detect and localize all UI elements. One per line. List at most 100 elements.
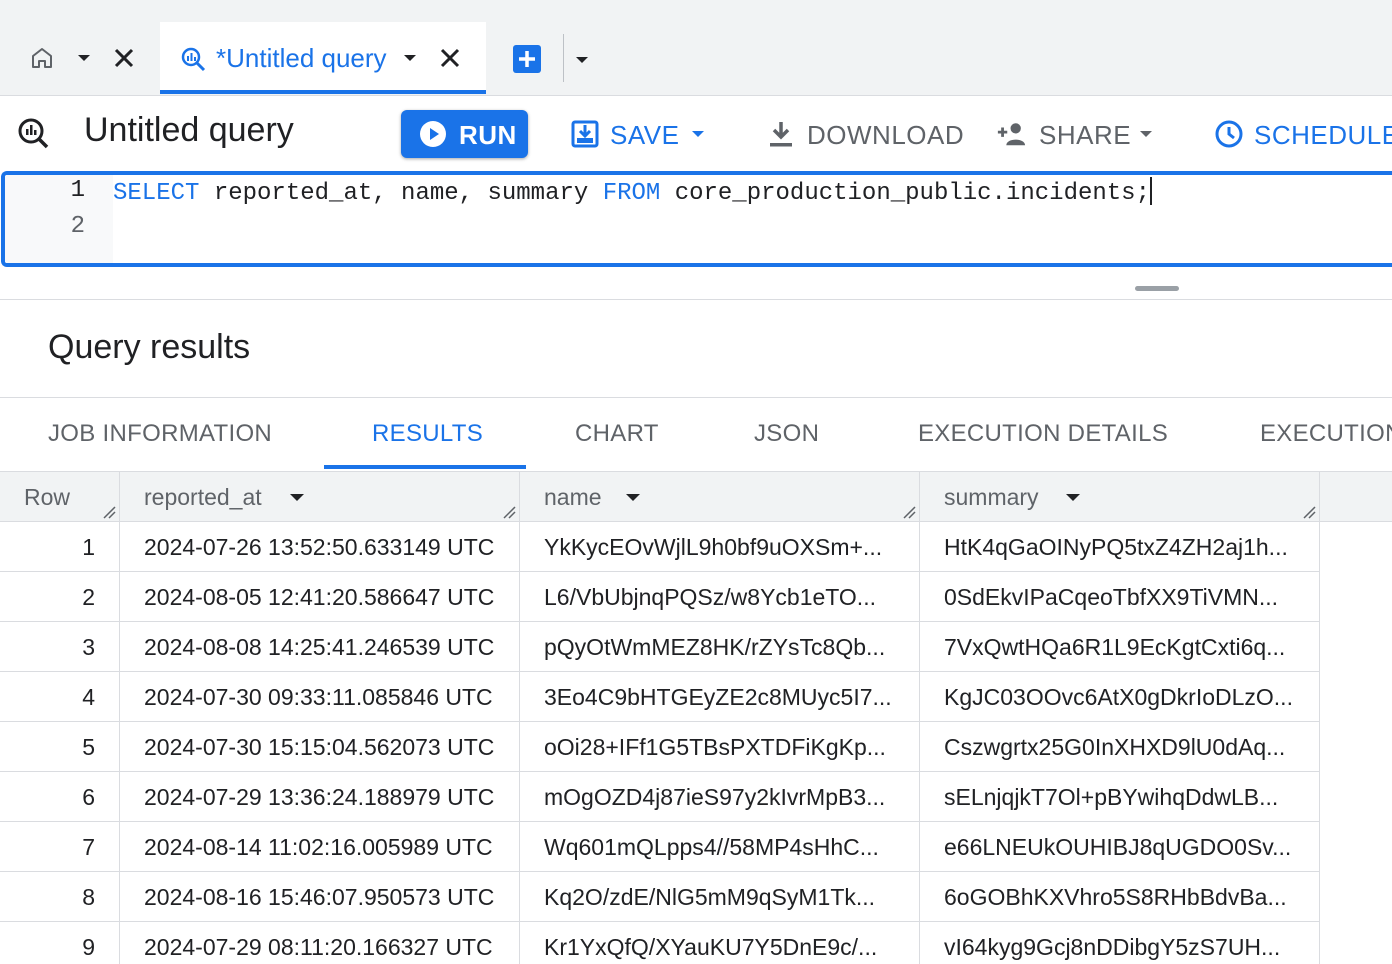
sql-column-list: reported_at, name, summary (199, 180, 603, 207)
save-label: SAVE (610, 120, 680, 150)
row-number-cell: 8 (0, 872, 120, 922)
tab-execution-details[interactable]: EXECUTION DETAILS (918, 420, 1168, 448)
download-button[interactable]: DOWNLOAD (766, 110, 964, 158)
save-button[interactable]: SAVE (570, 110, 710, 158)
home-tab-menu-icon[interactable] (74, 48, 94, 68)
tab-results[interactable]: RESULTS (372, 420, 483, 448)
share-button[interactable]: SHARE (996, 110, 1161, 158)
row-number-cell: 3 (0, 622, 120, 672)
row-number-cell: 2 (0, 572, 120, 622)
tab-menu-icon[interactable] (400, 48, 420, 68)
name-cell[interactable]: oOi28+IFf1G5TBsPXTDFiKgKp... (520, 722, 920, 772)
row-number-cell: 7 (0, 822, 120, 872)
column-header-name[interactable]: name (520, 472, 920, 522)
share-label: SHARE (1039, 120, 1132, 150)
summary-cell[interactable]: 7VxQwtHQa6R1L9EcKgtCxti6q... (920, 622, 1320, 672)
run-button[interactable]: RUN (401, 110, 528, 158)
reported-at-cell[interactable]: 2024-07-26 13:52:50.633149 UTC (120, 522, 520, 572)
active-tab-indicator (324, 465, 526, 469)
sql-table-name: core_production_public.incidents; (660, 180, 1150, 207)
summary-cell[interactable]: sELnjqjkT7Ol+pBYwihqDdwLB... (920, 772, 1320, 822)
column-header-summary[interactable]: summary (920, 472, 1320, 522)
reported-at-cell[interactable]: 2024-07-29 08:11:20.166327 UTC (120, 922, 520, 964)
home-icon[interactable] (30, 46, 54, 70)
column-resize-icon[interactable] (502, 505, 516, 519)
summary-cell[interactable]: e66LNEUkOUHIBJ8qUGDO0Sv... (920, 822, 1320, 872)
row-number-cell: 4 (0, 672, 120, 722)
table-row[interactable]: 9 2024-07-29 08:11:20.166327 UTC Kr1YxQf… (0, 922, 1320, 964)
name-cell[interactable]: L6/VbUbjnqPQSz/w8Ycb1eTO... (520, 572, 920, 622)
column-resize-icon[interactable] (902, 505, 916, 519)
save-menu-icon[interactable] (688, 124, 708, 144)
run-label: RUN (459, 120, 517, 150)
column-header-label: summary (944, 484, 1039, 510)
query-icon (181, 47, 206, 72)
column-header-reported-at[interactable]: reported_at (120, 472, 520, 522)
table-row[interactable]: 8 2024-08-16 15:46:07.950573 UTC Kq2O/zd… (0, 872, 1320, 922)
line-number: 2 (70, 213, 85, 240)
table-row[interactable]: 7 2024-08-14 11:02:16.005989 UTC Wq601mQ… (0, 822, 1320, 872)
reported-at-cell[interactable]: 2024-07-29 13:36:24.188979 UTC (120, 772, 520, 822)
tab-divider (563, 34, 564, 82)
name-cell[interactable]: Wq601mQLpps4//58MP4sHhC... (520, 822, 920, 872)
summary-cell[interactable]: vI64kyg9Gcj8nDDibgY5zS7UH... (920, 922, 1320, 964)
column-menu-icon[interactable] (288, 489, 306, 507)
clock-icon (1215, 120, 1243, 148)
more-tabs-chevron-icon[interactable] (572, 50, 592, 70)
tab-label[interactable]: *Untitled query (216, 43, 387, 74)
editor-results-splitter (0, 267, 1392, 300)
summary-cell[interactable]: KgJC03OOvc6AtX0gDkrIoDLzO... (920, 672, 1320, 722)
name-cell[interactable]: mOgOZD4j87ieS97y2kIvrMpB3... (520, 772, 920, 822)
resize-handle[interactable] (1135, 286, 1179, 291)
add-person-icon (997, 123, 1026, 146)
row-number-cell: 9 (0, 922, 120, 964)
column-menu-icon[interactable] (624, 489, 642, 507)
tab-untitled-query[interactable]: *Untitled query (160, 22, 486, 94)
reported-at-cell[interactable]: 2024-08-14 11:02:16.005989 UTC (120, 822, 520, 872)
sql-editor[interactable]: 1 2 SELECT reported_at, name, summary FR… (1, 171, 1392, 267)
table-row[interactable]: 6 2024-07-29 13:36:24.188979 UTC mOgOZD4… (0, 772, 1320, 822)
name-cell[interactable]: Kr1YxQfQ/XYauKU7Y5DnE9c/... (520, 922, 920, 964)
new-query-tab-icon[interactable] (512, 44, 542, 74)
query-title: Untitled query (84, 111, 294, 149)
summary-cell[interactable]: HtK4qGaOINyPQ5txZ4ZH2aj1h... (920, 522, 1320, 572)
line-number: 1 (70, 177, 85, 204)
home-tab[interactable] (0, 22, 160, 94)
table-row[interactable]: 2 2024-08-05 12:41:20.586647 UTC L6/VbUb… (0, 572, 1320, 622)
save-icon (571, 120, 599, 148)
tab-execution-graph[interactable]: EXECUTION GRAPH (1260, 420, 1392, 448)
summary-cell[interactable]: Cszwgrtx25G0InXHXD9lU0dAq... (920, 722, 1320, 772)
summary-cell[interactable]: 0SdEkvIPaCqeoTbfXX9TiVMN... (920, 572, 1320, 622)
summary-cell[interactable]: 6oGOBhKXVhro5S8RHbBdvBa... (920, 872, 1320, 922)
name-cell[interactable]: Kq2O/zdE/NlG5mM9qSyM1Tk... (520, 872, 920, 922)
reported-at-cell[interactable]: 2024-08-16 15:46:07.950573 UTC (120, 872, 520, 922)
share-menu-icon[interactable] (1136, 124, 1156, 144)
name-cell[interactable]: YkKycEOvWjlL9h0bf9uOXSm+... (520, 522, 920, 572)
schedule-button[interactable]: SCHEDULE (1214, 110, 1392, 158)
column-resize-icon[interactable] (1302, 505, 1316, 519)
close-tab-icon[interactable] (436, 44, 464, 72)
name-cell[interactable]: pQyOtWmMEZ8HK/rZYsTc8Qb... (520, 622, 920, 672)
table-row[interactable]: 4 2024-07-30 09:33:11.085846 UTC 3Eo4C9b… (0, 672, 1320, 722)
column-header-row: Row (0, 472, 120, 522)
tab-job-information[interactable]: JOB INFORMATION (48, 420, 272, 448)
table-row[interactable]: 3 2024-08-08 14:25:41.246539 UTC pQyOtWm… (0, 622, 1320, 672)
reported-at-cell[interactable]: 2024-08-05 12:41:20.586647 UTC (120, 572, 520, 622)
table-row[interactable]: 5 2024-07-30 15:15:04.562073 UTC oOi28+I… (0, 722, 1320, 772)
reported-at-cell[interactable]: 2024-07-30 15:15:04.562073 UTC (120, 722, 520, 772)
tab-json[interactable]: JSON (754, 420, 819, 448)
close-home-tab-icon[interactable] (110, 44, 138, 72)
column-menu-icon[interactable] (1064, 489, 1082, 507)
reported-at-cell[interactable]: 2024-07-30 09:33:11.085846 UTC (120, 672, 520, 722)
reported-at-cell[interactable]: 2024-08-08 14:25:41.246539 UTC (120, 622, 520, 672)
table-row[interactable]: 1 2024-07-26 13:52:50.633149 UTC YkKycEO… (0, 522, 1320, 572)
sql-code-line[interactable]: SELECT reported_at, name, summary FROM c… (113, 177, 1152, 207)
download-label: DOWNLOAD (807, 120, 965, 150)
tab-strip: *Untitled query (0, 0, 1392, 96)
name-cell[interactable]: 3Eo4C9bHTGEyZE2c8MUyc5I7... (520, 672, 920, 722)
download-icon (770, 122, 792, 147)
tab-chart[interactable]: CHART (575, 420, 659, 448)
column-resize-icon[interactable] (102, 505, 116, 519)
row-number-cell: 1 (0, 522, 120, 572)
row-number-cell: 6 (0, 772, 120, 822)
